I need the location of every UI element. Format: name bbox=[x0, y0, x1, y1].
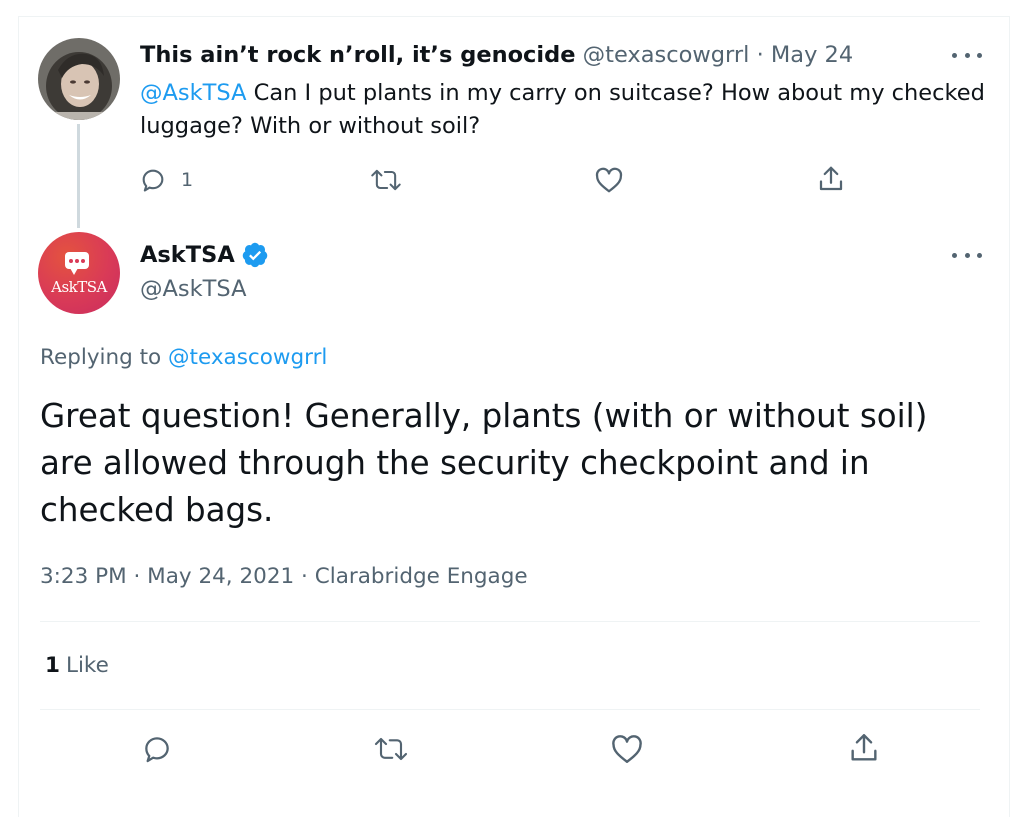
like-count: 1 bbox=[45, 653, 60, 678]
main-tweet-text: Great question! Generally, plants (with … bbox=[40, 397, 928, 529]
parent-reply-button[interactable]: 1 bbox=[139, 166, 193, 194]
reply-button[interactable] bbox=[141, 733, 173, 765]
tweet-metadata: 3:23 PM · May 24, 2021 · Clarabridge Eng… bbox=[40, 562, 528, 592]
replying-to-label: Replying to bbox=[40, 345, 169, 370]
verified-badge-icon bbox=[242, 242, 267, 268]
parent-avatar[interactable] bbox=[38, 38, 120, 120]
retweet-button[interactable] bbox=[373, 734, 409, 764]
reply-icon bbox=[142, 169, 164, 192]
replying-to-line: Replying to @texascowgrrl bbox=[40, 343, 327, 373]
retweet-icon bbox=[371, 169, 401, 191]
divider bbox=[40, 709, 980, 710]
heart-icon bbox=[595, 167, 623, 193]
mention-link[interactable]: @AskTSA bbox=[140, 80, 246, 106]
share-icon bbox=[819, 166, 843, 191]
parent-tweet-date[interactable]: May 24 bbox=[771, 42, 853, 68]
parent-author-name[interactable]: This ain’t rock n’roll, it’s genocide bbox=[140, 42, 575, 68]
more-icon[interactable] bbox=[952, 50, 982, 60]
meta-separator: · bbox=[126, 564, 148, 589]
more-icon[interactable] bbox=[952, 250, 982, 260]
share-icon bbox=[851, 734, 877, 761]
share-button[interactable] bbox=[847, 731, 881, 765]
main-author-name[interactable]: AskTSA bbox=[140, 240, 235, 270]
likes-stat[interactable]: 1 Like bbox=[45, 651, 109, 681]
parent-tweet-body: Can I put plants in my carry on suitcase… bbox=[140, 80, 985, 139]
tweet-date[interactable]: May 24, 2021 bbox=[147, 564, 294, 589]
asktsa-avatar[interactable]: AskTSA bbox=[38, 232, 120, 314]
heart-icon bbox=[612, 735, 642, 763]
main-author-handle[interactable]: @AskTSA bbox=[140, 274, 246, 304]
parent-author-handle[interactable]: @texascowgrrl bbox=[583, 42, 750, 68]
tweet-source[interactable]: Clarabridge Engage bbox=[315, 564, 528, 589]
parent-tweet-header: This ain’t rock n’roll, it’s genocide @t… bbox=[140, 40, 853, 70]
parent-retweet-button[interactable] bbox=[370, 166, 402, 194]
main-author-name-row: AskTSA bbox=[140, 240, 269, 270]
avatar-logo-text: AskTSA bbox=[51, 278, 107, 296]
like-label: Like bbox=[65, 653, 109, 678]
like-button[interactable] bbox=[610, 733, 644, 765]
parent-tweet-text: @AskTSA Can I put plants in my carry on … bbox=[140, 77, 990, 143]
reply-count: 1 bbox=[181, 169, 194, 191]
parent-like-button[interactable] bbox=[594, 166, 624, 194]
replying-to-handle[interactable]: @texascowgrrl bbox=[168, 345, 327, 370]
thread-connector-line bbox=[77, 124, 80, 228]
retweet-icon bbox=[374, 737, 408, 761]
reply-icon bbox=[145, 737, 169, 763]
parent-share-button[interactable] bbox=[816, 164, 846, 194]
tweet-time[interactable]: 3:23 PM bbox=[40, 564, 127, 589]
chat-bubble-icon bbox=[65, 252, 89, 275]
header-separator: · bbox=[756, 42, 764, 68]
divider bbox=[40, 621, 980, 622]
meta-separator: · bbox=[294, 564, 315, 589]
